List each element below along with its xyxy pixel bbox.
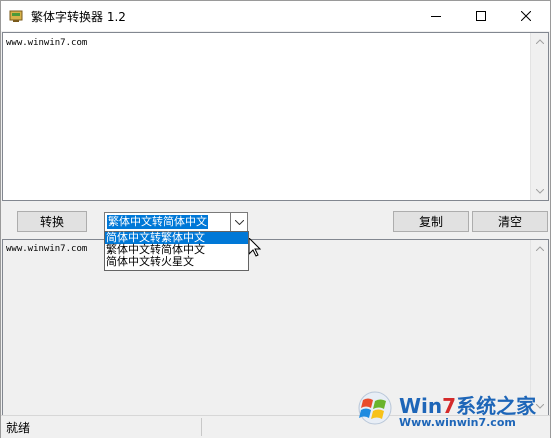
input-scrollbar[interactable] — [530, 33, 548, 200]
clear-button-label: 清空 — [497, 215, 522, 229]
watermark: Win7系统之家 Www.winwin7.com — [355, 386, 545, 434]
mouse-cursor-icon — [249, 238, 261, 257]
maximize-icon — [475, 11, 486, 21]
mode-select[interactable]: 繁体中文转简体中文 — [104, 212, 248, 232]
mode-select-value: 繁体中文转简体中文 — [107, 215, 208, 229]
minimize-button[interactable] — [413, 1, 458, 31]
scroll-up-button[interactable] — [531, 33, 548, 50]
app-window: 繁体字转换器 1.2 www.winwin7.com 转换 繁体中文转简体中文 — [0, 0, 551, 438]
close-icon — [520, 11, 531, 21]
maximize-button[interactable] — [458, 1, 503, 31]
scroll-up-icon — [535, 246, 544, 251]
mode-dropdown-list: 简体中文转繁体中文 繁体中文转简体中文 简体中文转火星文 — [104, 231, 249, 271]
input-textarea[interactable]: www.winwin7.com — [2, 32, 549, 201]
close-button[interactable] — [503, 1, 548, 31]
status-separator — [201, 418, 202, 436]
copy-button-label: 复制 — [418, 215, 443, 229]
scroll-down-button[interactable] — [531, 183, 548, 200]
clear-button[interactable]: 清空 — [472, 211, 548, 232]
window-title: 繁体字转换器 1.2 — [31, 10, 126, 24]
minimize-icon — [430, 16, 441, 17]
watermark-title: Win7系统之家 — [399, 390, 536, 419]
watermark-url: Www.winwin7.com — [399, 416, 516, 429]
windows-logo-icon — [358, 391, 392, 425]
output-text: www.winwin7.com — [6, 244, 88, 254]
copy-button[interactable]: 复制 — [393, 211, 469, 232]
watermark-title-prefix: Win — [399, 394, 443, 418]
chevron-down-icon — [234, 219, 244, 225]
convert-button[interactable]: 转换 — [17, 211, 87, 232]
status-text: 就绪 — [6, 421, 31, 435]
title-bar[interactable]: 繁体字转换器 1.2 — [1, 1, 550, 31]
convert-button-label: 转换 — [39, 215, 64, 229]
app-icon — [9, 10, 23, 22]
watermark-title-suffix: 系统之家 — [456, 394, 537, 418]
scroll-up-icon — [535, 39, 544, 44]
watermark-title-digit: 7 — [442, 394, 457, 418]
scroll-down-icon — [535, 189, 544, 194]
input-text: www.winwin7.com — [6, 38, 88, 48]
scroll-up-button[interactable] — [531, 240, 548, 257]
mode-select-toggle[interactable] — [230, 213, 247, 231]
mode-option[interactable]: 简体中文转火星文 — [105, 256, 248, 268]
